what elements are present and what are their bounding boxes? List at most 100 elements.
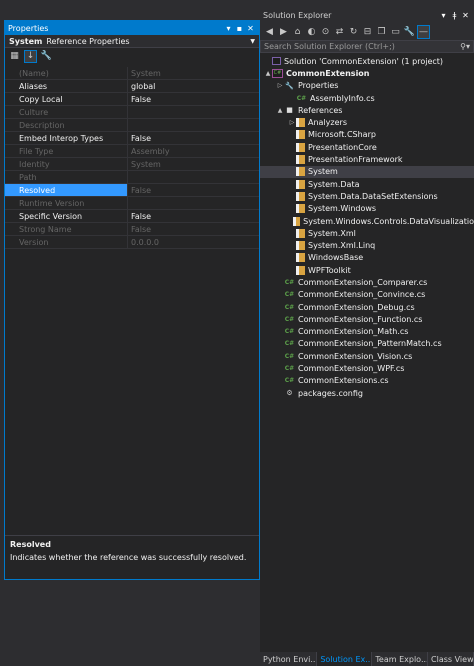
- property-name[interactable]: Aliases: [5, 80, 128, 92]
- tree-node[interactable]: WindowsBase: [260, 252, 474, 264]
- property-row[interactable]: Culture: [5, 106, 259, 119]
- object-selector[interactable]: System Reference Properties ▼: [5, 35, 259, 48]
- property-name[interactable]: Embed Interop Types: [5, 132, 128, 144]
- tree-node[interactable]: C# CommonExtension_Convince.cs: [260, 289, 474, 301]
- preview-selected-icon[interactable]: —: [417, 24, 430, 39]
- property-row[interactable]: Resolved False: [5, 184, 259, 197]
- property-name[interactable]: Version: [5, 236, 128, 248]
- property-value[interactable]: False: [128, 184, 259, 196]
- tree-node[interactable]: Microsoft.CSharp: [260, 129, 474, 141]
- property-name[interactable]: Specific Version: [5, 210, 128, 222]
- tree-node[interactable]: C# CommonExtension_Comparer.cs: [260, 276, 474, 288]
- property-value[interactable]: False: [128, 93, 259, 105]
- property-value[interactable]: [128, 197, 259, 209]
- property-value[interactable]: System: [128, 67, 259, 79]
- tree-node[interactable]: System.Data: [260, 178, 474, 190]
- property-row[interactable]: Description: [5, 119, 259, 132]
- tab-3[interactable]: Class View: [428, 652, 474, 666]
- property-value[interactable]: False: [128, 210, 259, 222]
- tree-node[interactable]: PresentationFramework: [260, 153, 474, 165]
- tree-node[interactable]: System.Xml.Linq: [260, 239, 474, 251]
- tree-node-label[interactable]: System.Data.DataSetExtensions: [308, 192, 438, 201]
- tree-node-label[interactable]: References: [298, 106, 342, 115]
- property-value[interactable]: Assembly: [128, 145, 259, 157]
- tree-node-label[interactable]: System: [308, 167, 338, 176]
- property-name[interactable]: Identity: [5, 158, 128, 170]
- expander-icon[interactable]: ▲: [276, 107, 284, 114]
- expander-icon[interactable]: ▷: [276, 82, 284, 89]
- property-row[interactable]: Runtime Version: [5, 197, 259, 210]
- tree-node-label[interactable]: System.Data: [308, 180, 359, 189]
- tree-node[interactable]: System.Xml: [260, 227, 474, 239]
- tree-node-label[interactable]: CommonExtension_Debug.cs: [298, 303, 415, 312]
- tree-node-label[interactable]: WindowsBase: [308, 253, 363, 262]
- tree-node-label[interactable]: CommonExtension: [286, 69, 370, 78]
- tree-node[interactable]: WPFToolkit: [260, 264, 474, 276]
- tree-node[interactable]: C# CommonExtension_WPF.cs: [260, 362, 474, 374]
- expander-icon[interactable]: ▲: [264, 70, 272, 77]
- tree-node[interactable]: ▲ ■ References: [260, 104, 474, 116]
- tree-node-label[interactable]: System.Xml: [308, 229, 356, 238]
- show-all-files-icon[interactable]: ❐: [375, 25, 388, 39]
- solution-title-bar[interactable]: Solution Explorer ▾ ǂ ✕: [260, 8, 474, 23]
- tree-node-label[interactable]: System.Xml.Linq: [308, 241, 375, 250]
- tree-node-label[interactable]: CommonExtension_PatternMatch.cs: [298, 339, 442, 348]
- tree-node-label[interactable]: Microsoft.CSharp: [308, 130, 376, 139]
- property-name[interactable]: Runtime Version: [5, 197, 128, 209]
- tree-node[interactable]: System.Data.DataSetExtensions: [260, 190, 474, 202]
- close-icon[interactable]: ✕: [460, 10, 471, 22]
- property-row[interactable]: Identity System: [5, 158, 259, 171]
- preview-icon[interactable]: ▭: [389, 25, 402, 39]
- search-box[interactable]: Search Solution Explorer (Ctrl+;) ⚲▾: [260, 40, 474, 53]
- property-value[interactable]: False: [128, 223, 259, 235]
- property-row[interactable]: Version 0.0.0.0: [5, 236, 259, 249]
- search-input[interactable]: Search Solution Explorer (Ctrl+;): [264, 42, 460, 51]
- tree-node-label[interactable]: CommonExtension_Vision.cs: [298, 352, 412, 361]
- pin-icon[interactable]: ǂ: [449, 10, 460, 22]
- property-row[interactable]: (Name) System: [5, 67, 259, 80]
- property-row[interactable]: Copy Local False: [5, 93, 259, 106]
- pending-changes-icon[interactable]: ⊙: [319, 25, 332, 39]
- tree-node-label[interactable]: PresentationFramework: [308, 155, 403, 164]
- property-name[interactable]: Description: [5, 119, 128, 131]
- tree-node[interactable]: System: [260, 165, 474, 178]
- sync-icon[interactable]: ⇄: [333, 25, 346, 39]
- switch-views-icon[interactable]: ◐: [305, 25, 318, 39]
- property-name[interactable]: Path: [5, 171, 128, 183]
- property-row[interactable]: File Type Assembly: [5, 145, 259, 158]
- tree-node-label[interactable]: packages.config: [298, 389, 363, 398]
- tree-node[interactable]: ⚙ packages.config: [260, 387, 474, 399]
- property-row[interactable]: Embed Interop Types False: [5, 132, 259, 145]
- expander-icon[interactable]: ▷: [288, 119, 296, 126]
- pin-icon[interactable]: ▪: [234, 22, 245, 34]
- tree-node[interactable]: C# CommonExtension_Vision.cs: [260, 350, 474, 362]
- tree-node[interactable]: ▷ Analyzers: [260, 116, 474, 128]
- forward-icon[interactable]: ▶: [277, 25, 290, 39]
- chevron-down-icon[interactable]: ▼: [250, 38, 255, 45]
- property-value[interactable]: [128, 106, 259, 118]
- tree-node-label[interactable]: CommonExtension_Function.cs: [298, 315, 422, 324]
- property-pages-icon[interactable]: 🔧: [40, 50, 53, 63]
- tree-node-label[interactable]: PresentationCore: [308, 143, 377, 152]
- property-value[interactable]: [128, 119, 259, 131]
- alphabetical-icon[interactable]: ↓: [24, 49, 37, 63]
- property-name[interactable]: Copy Local: [5, 93, 128, 105]
- property-row[interactable]: Strong Name False: [5, 223, 259, 236]
- tree-node[interactable]: C# AssemblyInfo.cs: [260, 92, 474, 104]
- tree-node[interactable]: C# CommonExtension_PatternMatch.cs: [260, 338, 474, 350]
- tree-node[interactable]: ▷ 🔧 Properties: [260, 80, 474, 92]
- property-name[interactable]: Resolved: [5, 184, 128, 196]
- tree-node-label[interactable]: CommonExtension_Comparer.cs: [298, 278, 427, 287]
- tree-node[interactable]: C# CommonExtension_Function.cs: [260, 313, 474, 325]
- dropdown-icon[interactable]: ▾: [438, 10, 449, 22]
- property-name[interactable]: Strong Name: [5, 223, 128, 235]
- tree-node-label[interactable]: Analyzers: [308, 118, 347, 127]
- property-name[interactable]: (Name): [5, 67, 128, 79]
- close-icon[interactable]: ✕: [245, 22, 256, 34]
- property-value[interactable]: System: [128, 158, 259, 170]
- back-icon[interactable]: ◀: [263, 25, 276, 39]
- properties-title-bar[interactable]: Properties ▾ ▪ ✕: [5, 21, 259, 35]
- categorized-icon[interactable]: ▦: [8, 50, 21, 63]
- property-value[interactable]: 0.0.0.0: [128, 236, 259, 248]
- property-value[interactable]: False: [128, 132, 259, 144]
